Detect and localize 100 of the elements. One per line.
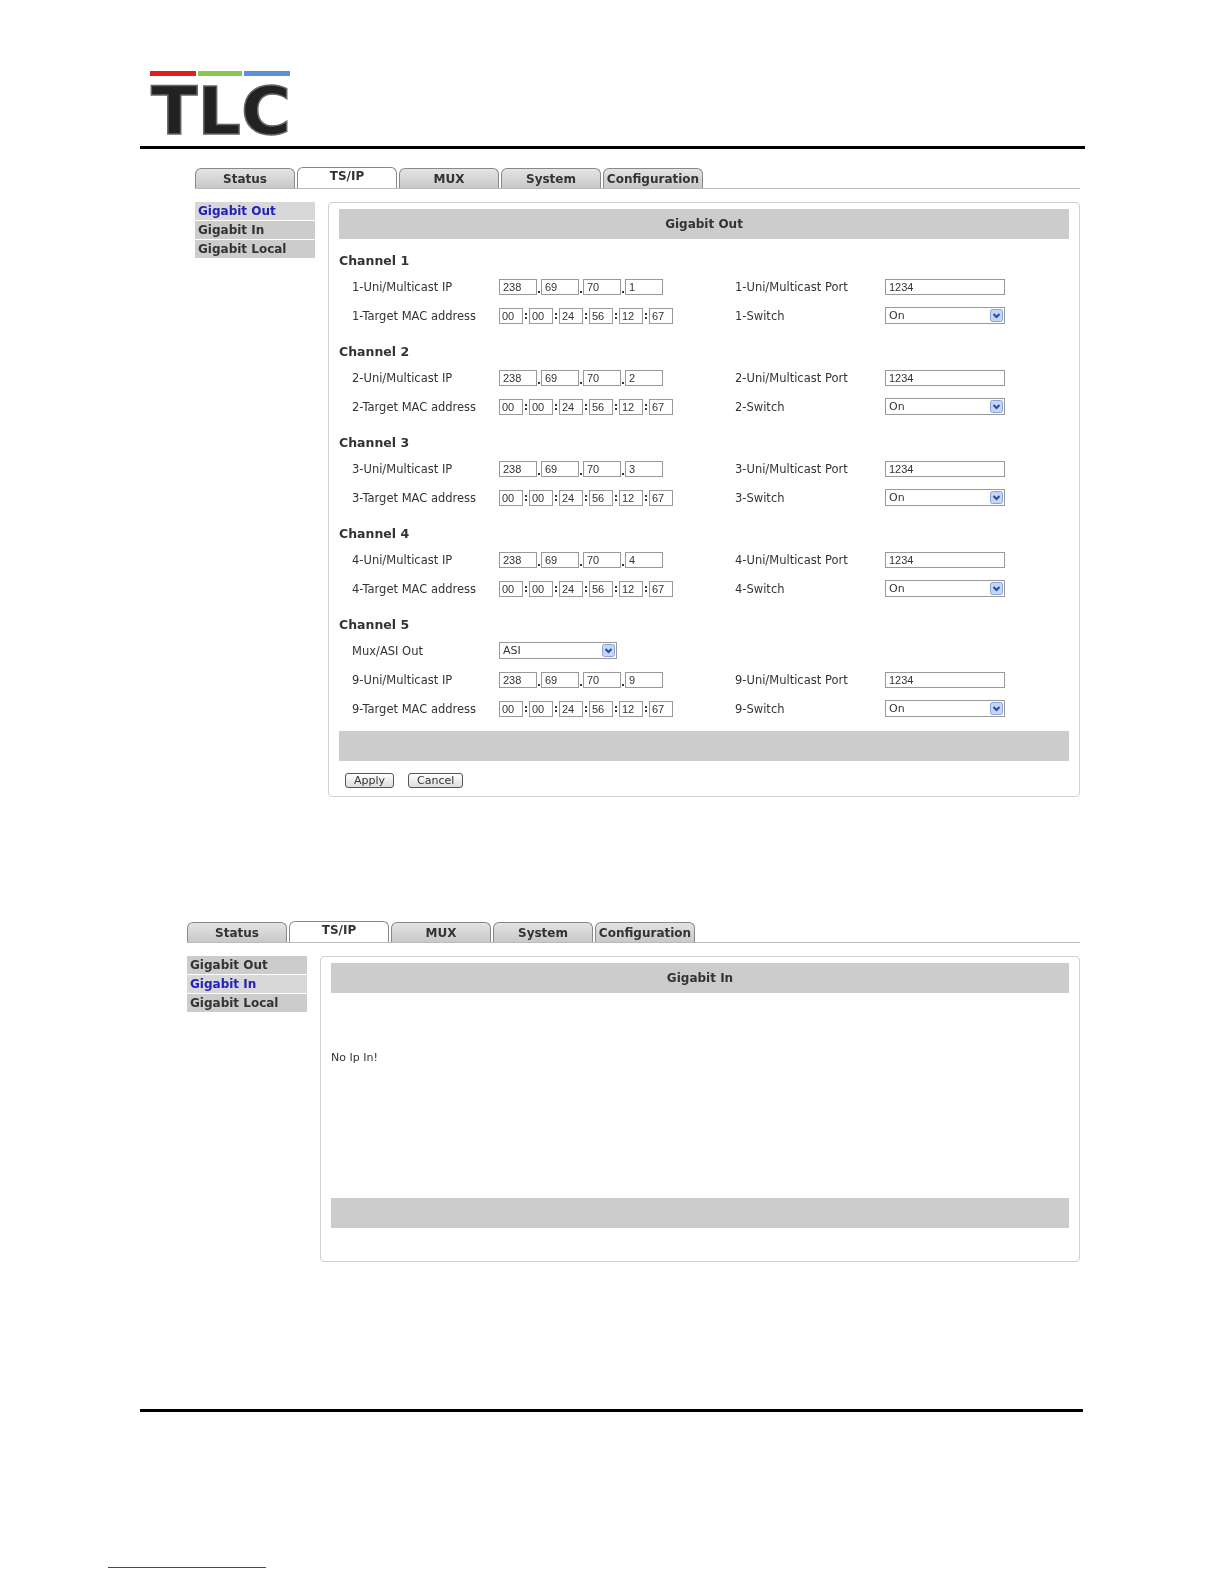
logo: TLC	[148, 68, 294, 138]
nav-tab[interactable]: TS/IP	[289, 921, 389, 942]
mac-byte-field[interactable]: 24	[559, 307, 583, 324]
ip-octet-field[interactable]: 238	[499, 460, 537, 477]
mac-byte-field[interactable]: 12	[619, 700, 643, 717]
field-label: 2-Target MAC address	[351, 399, 478, 414]
field-label: 9-Uni/Multicast Port	[735, 672, 849, 687]
port-field[interactable]: 1234	[885, 551, 1005, 568]
channel-heading: Channel 3	[339, 435, 410, 450]
chevron-down-icon	[990, 309, 1003, 322]
field-label: 3-Uni/Multicast IP	[351, 461, 454, 476]
mac-byte-field[interactable]: 56	[589, 489, 613, 506]
sidebar-item[interactable]: Gigabit Local	[187, 994, 307, 1012]
mac-byte-field[interactable]: 00	[529, 489, 553, 506]
mac-byte-field[interactable]: 56	[589, 580, 613, 597]
port-field[interactable]: 1234	[885, 278, 1005, 295]
mac-byte-field[interactable]: 24	[559, 700, 583, 717]
mac-byte-field[interactable]: 00	[499, 398, 523, 415]
mac-byte-field[interactable]: 24	[559, 489, 583, 506]
ip-octet-field[interactable]: 238	[499, 369, 537, 386]
nav-tab[interactable]: System	[501, 168, 601, 188]
switch-dropdown[interactable]: On	[885, 489, 1005, 506]
status-message: No Ip In!	[331, 1051, 378, 1064]
nav-tab[interactable]: Configuration	[595, 922, 695, 942]
field-label: 4-Switch	[735, 581, 786, 596]
mac-byte-field[interactable]: 12	[619, 398, 643, 415]
sidebar-item[interactable]: Gigabit Local	[195, 240, 315, 258]
field-label: 4-Uni/Multicast IP	[351, 552, 454, 567]
mac-byte-field[interactable]: 24	[559, 580, 583, 597]
ip-octet-field[interactable]: 1	[625, 278, 663, 295]
ip-octet-field[interactable]: 69	[541, 278, 579, 295]
mac-byte-field[interactable]: 00	[499, 489, 523, 506]
ip-octet-field[interactable]: 70	[583, 369, 621, 386]
switch-dropdown[interactable]: On	[885, 700, 1005, 717]
port-field[interactable]: 1234	[885, 369, 1005, 386]
channel-heading: Channel 4	[339, 526, 410, 541]
field-label: 4-Uni/Multicast Port	[735, 552, 849, 567]
ip-octet-field[interactable]: 69	[541, 671, 579, 688]
ip-octet-field[interactable]: 238	[499, 278, 537, 295]
mac-byte-field[interactable]: 00	[529, 580, 553, 597]
field-label: 2-Uni/Multicast IP	[351, 370, 454, 385]
ip-octet-field[interactable]: 4	[625, 551, 663, 568]
mac-byte-field[interactable]: 67	[649, 307, 673, 324]
switch-dropdown[interactable]: On	[885, 398, 1005, 415]
ip-octet-field[interactable]: 238	[499, 551, 537, 568]
sidebar-item[interactable]: Gigabit In	[187, 975, 307, 993]
mac-byte-field[interactable]: 00	[499, 700, 523, 717]
nav-tab[interactable]: MUX	[399, 168, 499, 188]
field-label: 2-Uni/Multicast Port	[735, 370, 849, 385]
mac-byte-field[interactable]: 12	[619, 580, 643, 597]
ip-octet-field[interactable]: 70	[583, 278, 621, 295]
ip-octet-field[interactable]: 238	[499, 671, 537, 688]
mac-byte-field[interactable]: 00	[529, 398, 553, 415]
mac-byte-field[interactable]: 12	[619, 489, 643, 506]
switch-dropdown[interactable]: On	[885, 580, 1005, 597]
nav-tab[interactable]: Status	[187, 922, 287, 942]
chevron-down-icon	[990, 400, 1003, 413]
ip-octet-field[interactable]: 70	[583, 551, 621, 568]
field-label: 9-Target MAC address	[351, 701, 478, 716]
mac-byte-field[interactable]: 00	[499, 580, 523, 597]
nav-tab[interactable]: System	[493, 922, 593, 942]
port-field[interactable]: 1234	[885, 460, 1005, 477]
mac-byte-field[interactable]: 00	[529, 700, 553, 717]
ip-octet-field[interactable]: 70	[583, 460, 621, 477]
ip-octet-field[interactable]: 9	[625, 671, 663, 688]
ip-octet-field[interactable]: 69	[541, 551, 579, 568]
mac-byte-field[interactable]: 56	[589, 700, 613, 717]
switch-dropdown[interactable]: On	[885, 307, 1005, 324]
sidebar-item[interactable]: Gigabit Out	[195, 202, 315, 220]
sidebar-item[interactable]: Gigabit In	[195, 221, 315, 239]
ip-octet-field[interactable]: 3	[625, 460, 663, 477]
sidebar-item[interactable]: Gigabit Out	[187, 956, 307, 974]
ip-octet-field[interactable]: 69	[541, 460, 579, 477]
nav-tab[interactable]: Status	[195, 168, 295, 188]
field-label: 1-Target MAC address	[351, 308, 478, 323]
mac-byte-field[interactable]: 67	[649, 700, 673, 717]
port-field[interactable]: 1234	[885, 671, 1005, 688]
nav-tab[interactable]: MUX	[391, 922, 491, 942]
mac-byte-field[interactable]: 56	[589, 398, 613, 415]
chevron-down-icon	[990, 702, 1003, 715]
mac-byte-field[interactable]: 00	[529, 307, 553, 324]
nav-tab[interactable]: TS/IP	[297, 167, 397, 188]
channel-heading: Channel 2	[339, 344, 410, 359]
action-button[interactable]: Apply	[345, 773, 395, 788]
mac-byte-field[interactable]: 67	[649, 580, 673, 597]
ip-octet-field[interactable]: 70	[583, 671, 621, 688]
mac-byte-field[interactable]: 67	[649, 489, 673, 506]
mac-byte-field[interactable]: 12	[619, 307, 643, 324]
mac-byte-field[interactable]: 00	[499, 307, 523, 324]
field-label: 9-Switch	[735, 701, 786, 716]
action-button[interactable]: Cancel	[408, 773, 464, 788]
channel-heading: Channel 5	[339, 617, 410, 632]
mac-byte-field[interactable]: 67	[649, 398, 673, 415]
ip-octet-field[interactable]: 2	[625, 369, 663, 386]
mac-byte-field[interactable]: 56	[589, 307, 613, 324]
field-label: 1-Switch	[735, 308, 786, 323]
nav-tab[interactable]: Configuration	[603, 168, 703, 188]
ip-octet-field[interactable]: 69	[541, 369, 579, 386]
mac-byte-field[interactable]: 24	[559, 398, 583, 415]
mux-dropdown[interactable]: ASI	[499, 642, 617, 659]
